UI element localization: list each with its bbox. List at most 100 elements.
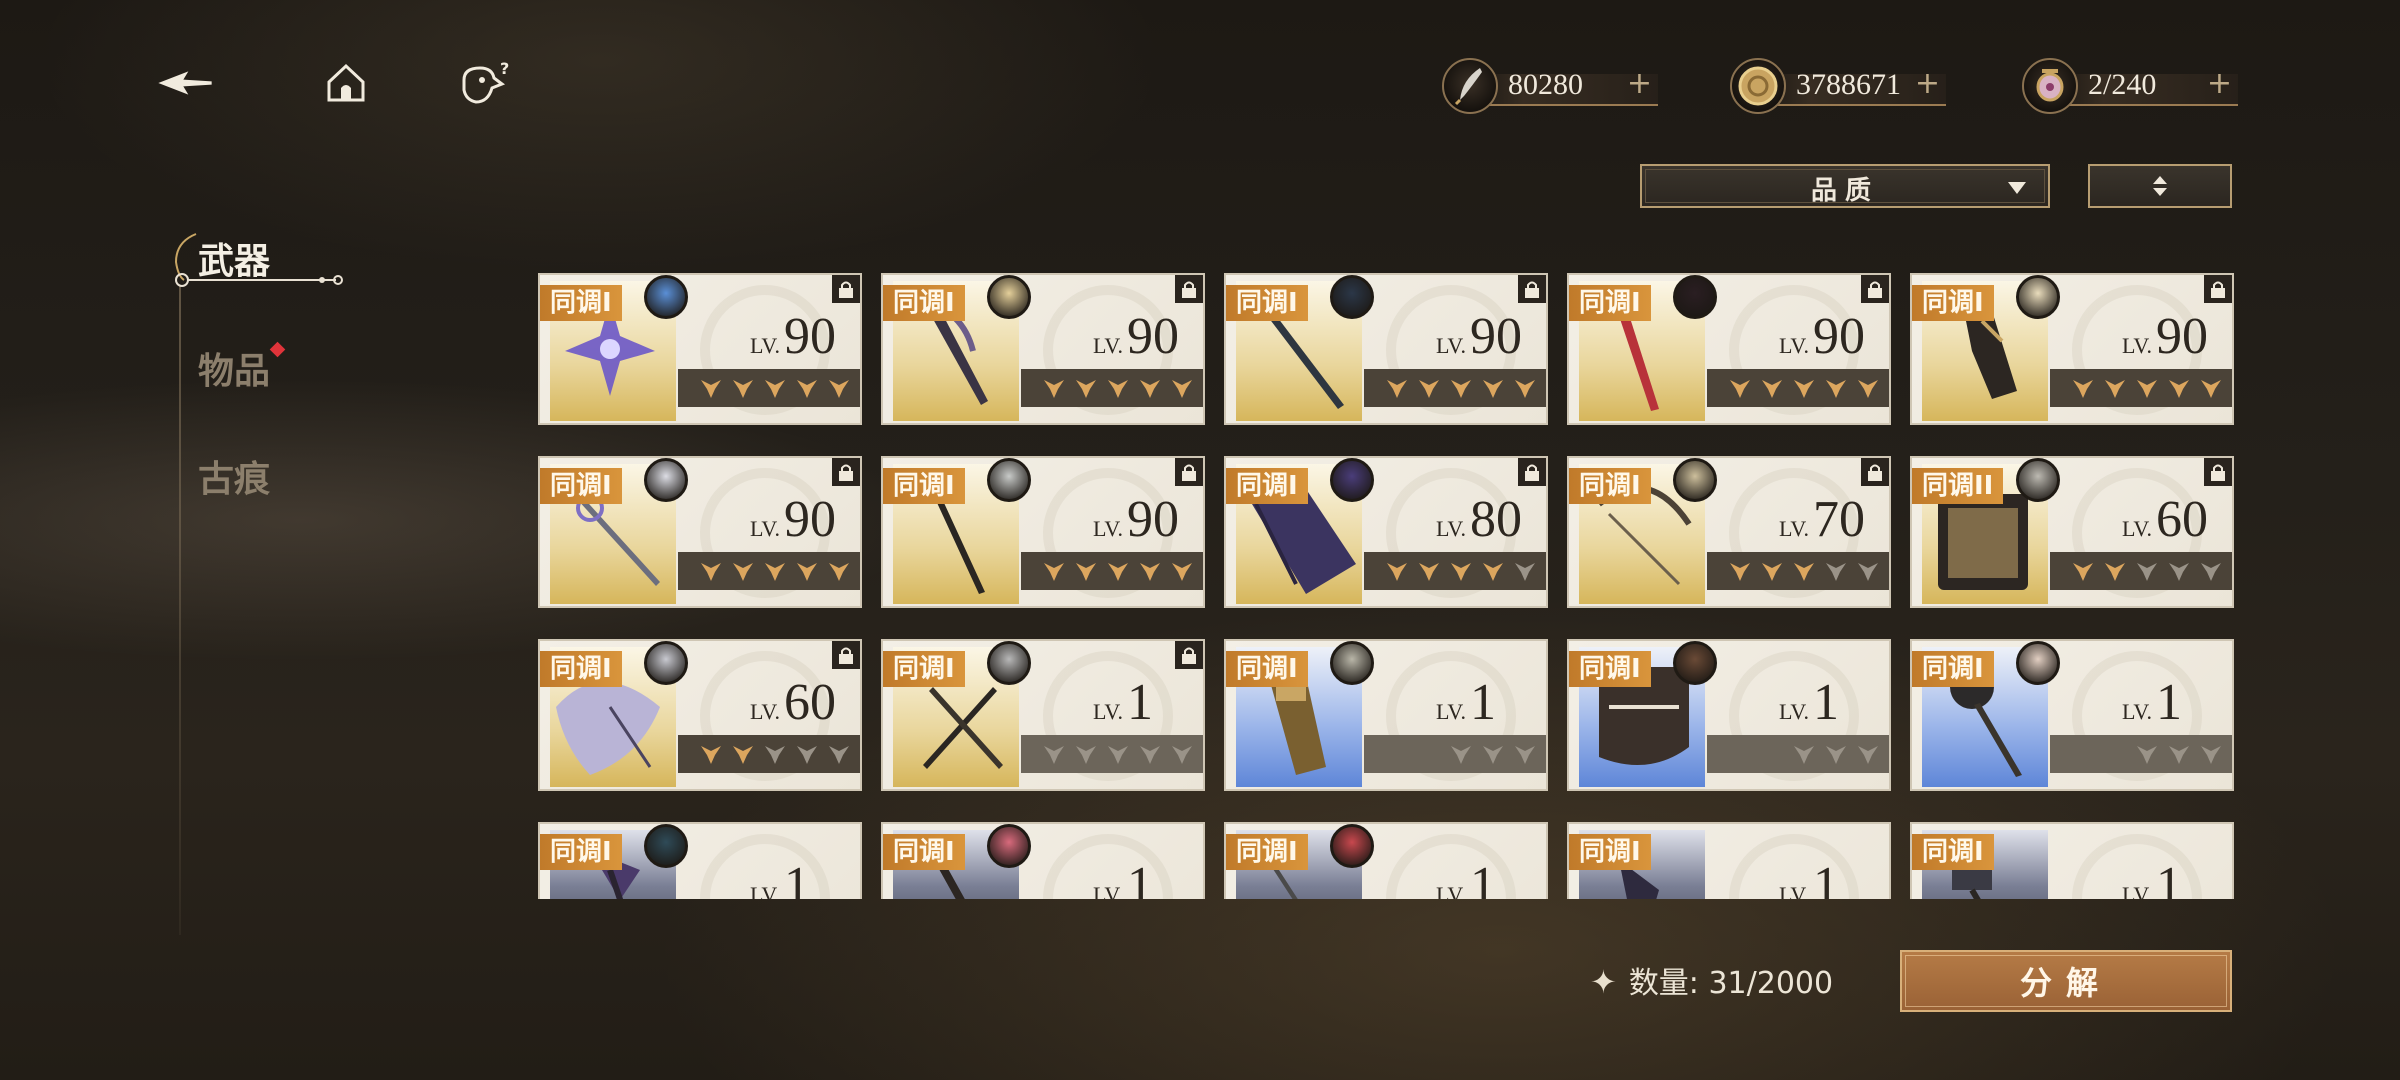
star-icon [1826, 746, 1846, 764]
weapon-card[interactable]: 同调I LV. 90 [881, 273, 1205, 425]
weapon-level: LV. 1 [1093, 856, 1153, 899]
lock-icon[interactable] [2204, 458, 2232, 486]
sort-arrows-icon [2153, 176, 2167, 196]
level-value: 1 [783, 857, 810, 899]
character-avatar-icon [987, 458, 1031, 502]
add-gold-button[interactable]: + [1915, 66, 1940, 101]
weapon-card[interactable]: 同调I LV. 60 [538, 639, 862, 791]
weapon-level: LV. 1 [2122, 673, 2182, 732]
home-icon [327, 63, 365, 102]
tab-relics[interactable]: 古痕 [198, 450, 270, 502]
star-icon [797, 563, 817, 581]
lock-icon[interactable] [832, 641, 860, 669]
lock-icon[interactable] [2204, 275, 2232, 303]
star-icon [797, 746, 817, 764]
star-icon [1108, 380, 1128, 398]
lock-icon[interactable] [1175, 458, 1203, 486]
weapon-level: LV. 90 [1093, 307, 1179, 366]
sort-order-button[interactable] [2088, 164, 2232, 208]
star-icon [1451, 563, 1471, 581]
lock-icon[interactable] [1518, 458, 1546, 486]
star-icon [2105, 380, 2125, 398]
weapon-card[interactable]: 同调I LV. 1 [1567, 639, 1891, 791]
tab-weapons[interactable]: 武器 [198, 232, 270, 284]
weapon-card[interactable]: 同调I LV. 1 [1224, 639, 1548, 791]
weapon-card[interactable]: 同调I LV. 1 [538, 822, 862, 899]
star-icon [1730, 563, 1750, 581]
star-icon [1076, 380, 1096, 398]
help-button[interactable]: ? [456, 56, 516, 110]
sync-tag: 同调I [883, 834, 965, 870]
add-capacity-button[interactable]: + [2207, 66, 2232, 101]
gold-amount: 3788671 [1796, 68, 1901, 101]
star-icon [829, 380, 849, 398]
weapon-card[interactable]: 同调I LV. 70 [1567, 456, 1891, 608]
star-icon [733, 563, 753, 581]
lock-icon[interactable] [1518, 275, 1546, 303]
back-button[interactable] [155, 56, 215, 110]
lock-icon[interactable] [1175, 641, 1203, 669]
star-rating [1021, 552, 1203, 590]
currency-capacity: 2/240 + [2022, 58, 2238, 114]
star-icon [1172, 746, 1192, 764]
weapon-card[interactable]: 同调I LV. 90 [881, 456, 1205, 608]
star-rating [2050, 735, 2232, 773]
weapon-level: LV. 90 [750, 490, 836, 549]
add-quill-button[interactable]: + [1627, 66, 1652, 101]
character-avatar-icon [2016, 275, 2060, 319]
star-icon [1515, 746, 1535, 764]
level-prefix: LV. [2122, 333, 2152, 358]
character-avatar-icon [644, 641, 688, 685]
lock-icon[interactable] [1175, 275, 1203, 303]
weapon-card[interactable]: 同调I LV. 90 [1910, 273, 2234, 425]
weapon-level: LV. 80 [1436, 490, 1522, 549]
tab-items[interactable]: 物品 [198, 342, 270, 394]
dropdown-arrow-icon [2008, 182, 2026, 194]
star-icon [2201, 563, 2221, 581]
weapon-card[interactable]: 同调I LV. 90 [1567, 273, 1891, 425]
star-icon [1794, 380, 1814, 398]
sync-tag: 同调I [1912, 651, 1994, 687]
weapon-card[interactable]: 同调I LV. 1 [1910, 639, 2234, 791]
weapon-card[interactable]: 同调I LV. 1 [1567, 822, 1891, 899]
level-value: 1 [1812, 857, 1839, 899]
weapon-level: LV. 90 [2122, 307, 2208, 366]
star-icon [1172, 563, 1192, 581]
level-value: 90 [1469, 308, 1522, 365]
sync-tag: 同调I [883, 468, 965, 504]
weapon-card[interactable]: 同调I LV. 80 [1224, 456, 1548, 608]
star-icon [797, 380, 817, 398]
sync-tag: 同调I [540, 651, 622, 687]
star-icon [1730, 380, 1750, 398]
level-prefix: LV. [1093, 333, 1123, 358]
quality-filter-dropdown[interactable]: 品质 [1640, 164, 2050, 208]
home-button[interactable] [316, 56, 376, 110]
weapon-card[interactable]: 同调II LV. 60 [1910, 456, 2234, 608]
star-rating [1021, 369, 1203, 407]
weapon-card[interactable]: 同调I LV. 1 [1224, 822, 1548, 899]
decompose-label: 分解 [2019, 964, 2112, 1002]
lock-icon[interactable] [1861, 458, 1889, 486]
star-icon [829, 746, 849, 764]
weapon-grid[interactable]: 同调I LV. 90 同调I LV. 90 同调I LV. 90 同调I LV. 90 同调I L… [538, 273, 2238, 899]
weapon-card[interactable]: 同调I LV. 1 [881, 639, 1205, 791]
level-prefix: LV. [2122, 699, 2152, 724]
weapon-card[interactable]: 同调I LV. 1 [1910, 822, 2234, 899]
quill-amount: 80280 [1508, 68, 1583, 101]
weapon-card[interactable]: 同调I LV. 90 [538, 273, 862, 425]
weapon-card[interactable]: 同调I LV. 90 [1224, 273, 1548, 425]
weapon-card[interactable]: 同调I LV. 1 [881, 822, 1205, 899]
star-icon [1108, 563, 1128, 581]
weapon-card[interactable]: 同调I LV. 90 [538, 456, 862, 608]
lock-icon[interactable] [832, 275, 860, 303]
star-icon [1451, 746, 1471, 764]
sync-tag: 同调I [1912, 285, 1994, 321]
decompose-button[interactable]: 分解 [1900, 950, 2232, 1012]
level-prefix: LV. [750, 333, 780, 358]
weapon-level: LV. 1 [1779, 856, 1839, 899]
star-icon [1483, 746, 1503, 764]
weapon-level: LV. 1 [2122, 856, 2182, 899]
lock-icon[interactable] [1861, 275, 1889, 303]
star-rating [1021, 735, 1203, 773]
lock-icon[interactable] [832, 458, 860, 486]
